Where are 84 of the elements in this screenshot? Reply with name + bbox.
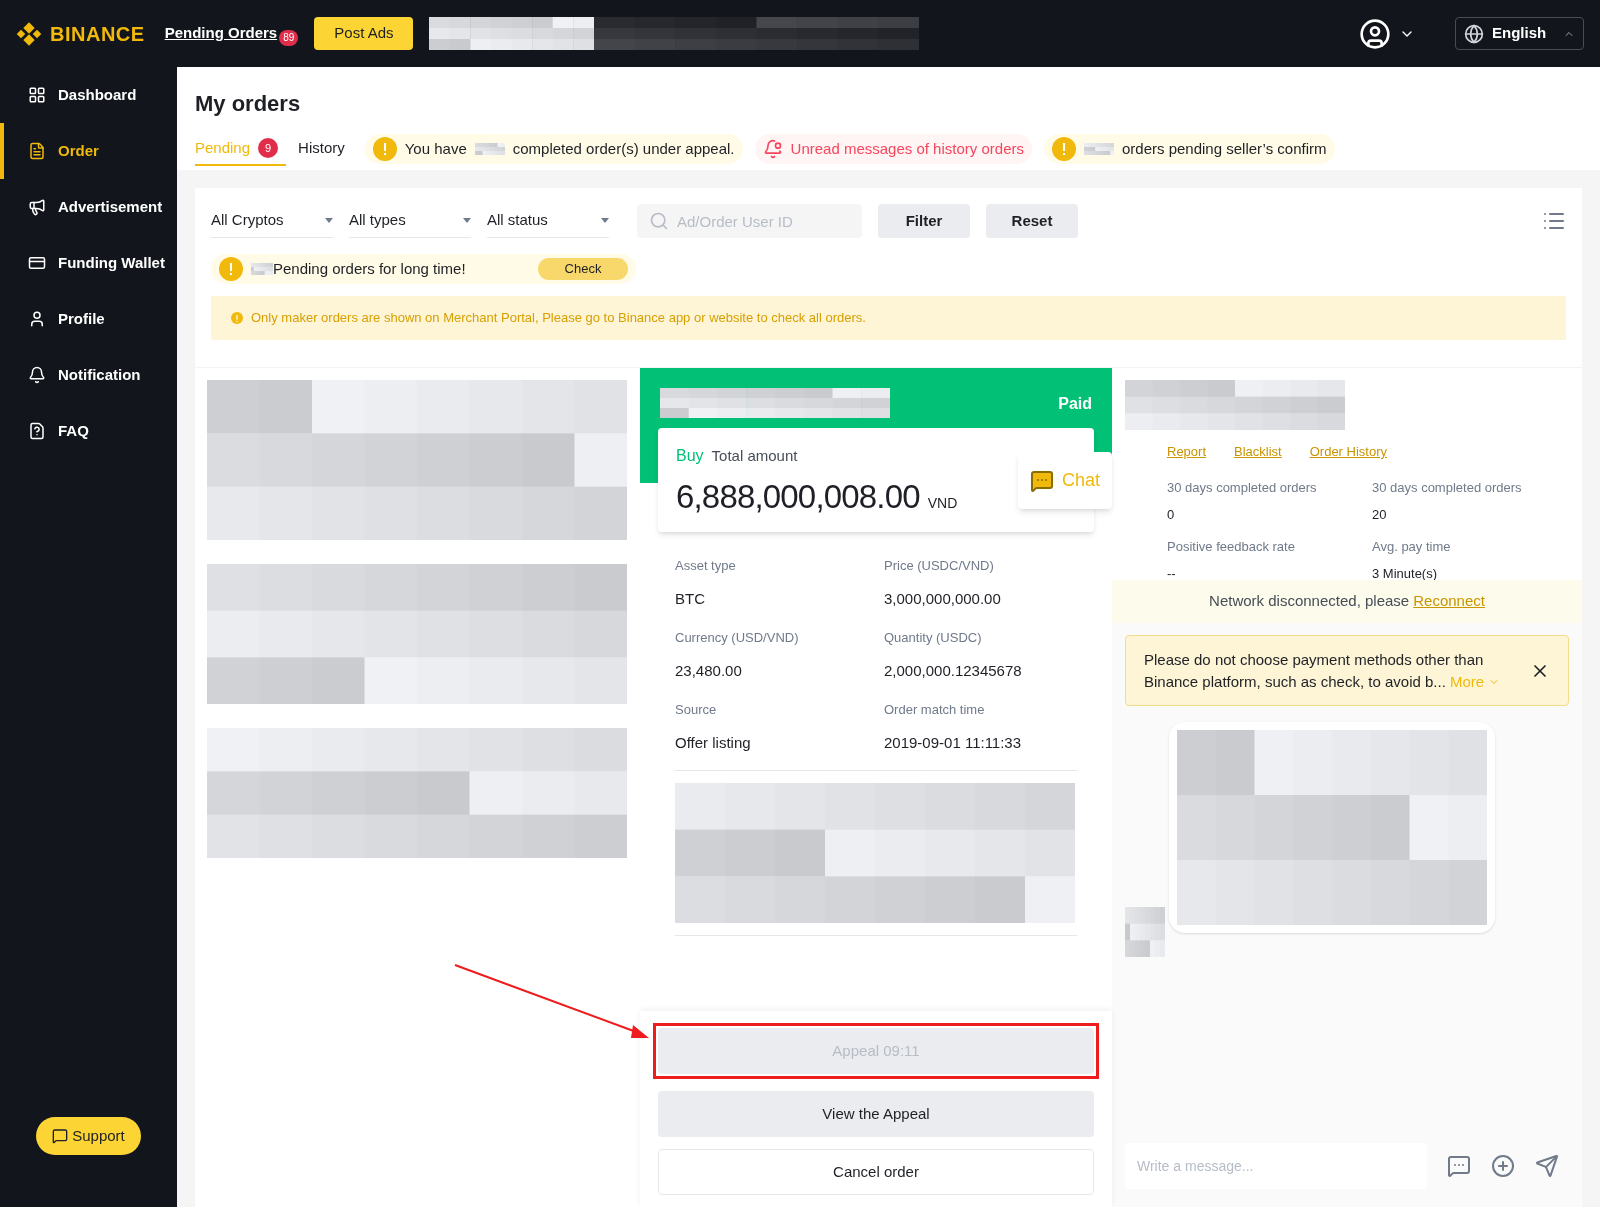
- notice-text: You have: [404, 138, 467, 159]
- sidebar-item[interactable]: Profile: [0, 291, 177, 347]
- check-button[interactable]: Check: [538, 258, 628, 280]
- sidebar-item[interactable]: Advertisement: [0, 179, 177, 235]
- page-title: My orders: [195, 90, 302, 118]
- support-button[interactable]: Support: [36, 1117, 141, 1155]
- total-amount: 6,888,000,008.00: [676, 477, 920, 517]
- detail-value: 2019-09-01 11:11:33: [884, 732, 1023, 753]
- info-text: Only maker orders are shown on Merchant Portal, Please go to Binance app or website to check all orders.: [251, 309, 866, 328]
- message-field[interactable]: Write a message...: [1125, 1143, 1427, 1189]
- chat-icon: [52, 1128, 69, 1144]
- post-ads-button[interactable]: Post Ads: [314, 17, 414, 50]
- currency-label: VND: [927, 494, 958, 513]
- filter-button[interactable]: Filter: [878, 204, 970, 238]
- bell-icon: [28, 366, 46, 384]
- sidebar-item[interactable]: FAQ: [0, 403, 177, 459]
- warning-icon: [1052, 137, 1076, 161]
- stat-value: --: [1167, 565, 1177, 583]
- pending-orders-link[interactable]: Pending Orders: [164, 22, 278, 45]
- warning-icon: [372, 137, 397, 161]
- add-icon[interactable]: [1491, 1154, 1515, 1178]
- notice-text: orders pending seller’s confirm: [1122, 138, 1327, 159]
- notice-text: Unread messages of history orders: [790, 138, 1024, 159]
- detail-label: Order match time: [884, 701, 986, 719]
- network-text: Network disconnected, please: [1209, 591, 1410, 612]
- detail-value: 23,480.00: [675, 660, 743, 681]
- detail-label: Price (USDC/VND): [884, 557, 995, 575]
- detail-value: 3,000,000,000.00: [884, 588, 1002, 609]
- status-text: Paid: [1058, 394, 1092, 414]
- logo-icon: [16, 20, 42, 47]
- sidebar-item[interactable]: Notification: [0, 347, 177, 403]
- notice-pill[interactable]: orders pending seller’s confirm: [1044, 134, 1335, 164]
- stat-label: Positive feedback rate: [1167, 537, 1296, 556]
- globe-icon: [1464, 23, 1484, 44]
- tab[interactable]: Pending 9: [195, 132, 287, 166]
- stat-value: 20: [1372, 506, 1388, 524]
- detail-value: BTC: [675, 588, 706, 609]
- search-icon: [649, 211, 669, 231]
- account-icon[interactable]: [1359, 17, 1391, 50]
- detail-label: Source: [675, 701, 718, 719]
- warning-icon: [219, 257, 243, 281]
- filter-button[interactable]: Reset: [986, 204, 1078, 238]
- total-label: Total amount: [711, 446, 798, 466]
- stat-label: Avg. pay time: [1372, 537, 1452, 556]
- caret-icon: [463, 218, 471, 223]
- caret-icon: [325, 218, 333, 223]
- stat-label: 30 days completed orders: [1372, 478, 1523, 497]
- action-button[interactable]: Cancel order: [658, 1149, 1094, 1195]
- message-icon[interactable]: [1447, 1154, 1471, 1178]
- question-icon: [28, 422, 46, 440]
- warning-text: Please do not choose payment methods other than Binance platform, such as check, to avoid b... More: [1144, 648, 1518, 693]
- side-label: Buy: [676, 446, 704, 466]
- detail-value: Offer listing: [675, 732, 752, 753]
- detail-label: Quantity (USDC): [884, 629, 983, 647]
- megaphone-icon: [28, 198, 46, 216]
- bell-icon: [762, 139, 783, 159]
- select-field[interactable]: All status: [487, 204, 609, 238]
- search-field[interactable]: Ad/Order User ID: [637, 204, 862, 238]
- stat-value: 0: [1167, 506, 1176, 524]
- detail-value: 2,000,000.12345678: [884, 660, 1023, 681]
- logo-text: BINANCE: [50, 21, 145, 47]
- stat-label: 30 days completed orders: [1167, 478, 1318, 497]
- send-icon[interactable]: [1535, 1154, 1559, 1178]
- document-icon: [28, 142, 46, 160]
- notice-pill[interactable]: You have completed order(s) under appeal.: [364, 134, 743, 164]
- sidebar-item[interactable]: Dashboard: [0, 67, 177, 123]
- sidebar-item[interactable]: Funding Wallet: [0, 235, 177, 291]
- detail-label: Currency (USD/VND): [675, 629, 800, 647]
- notice-text: completed order(s) under appeal.: [512, 138, 735, 159]
- caret-icon: [601, 218, 609, 223]
- card-icon: [28, 254, 46, 272]
- count-badge: 89: [279, 29, 299, 46]
- user-icon: [28, 310, 46, 328]
- language-button[interactable]: English: [1455, 17, 1584, 50]
- warning-icon: [231, 312, 243, 324]
- banner-text: Pending orders for long time!: [273, 258, 466, 279]
- stat-value: 3 Minute(s): [1372, 565, 1439, 583]
- select-field[interactable]: All Cryptos: [211, 204, 333, 238]
- action-button[interactable]: View the Appeal: [658, 1091, 1094, 1137]
- chat-icon: [1029, 468, 1054, 493]
- tab[interactable]: History: [298, 132, 353, 166]
- select-field[interactable]: All types: [349, 204, 471, 238]
- detail-label: Asset type: [675, 557, 737, 575]
- grid-icon: [28, 86, 46, 104]
